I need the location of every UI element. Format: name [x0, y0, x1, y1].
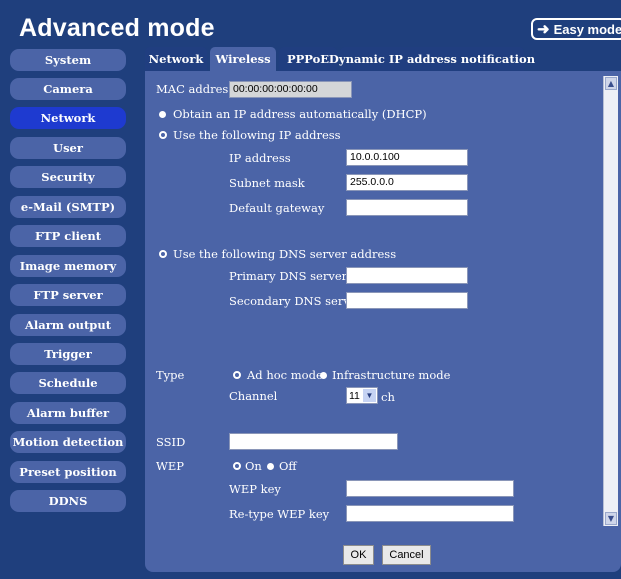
- ssid-label: SSID: [156, 435, 186, 449]
- chevron-down-icon: ▼: [363, 389, 376, 402]
- type-label: Type: [156, 368, 185, 382]
- default-gateway-label: Default gateway: [229, 201, 325, 215]
- sidebar-item-camera[interactable]: Camera: [10, 78, 126, 100]
- sidebar-item-alarm-buffer[interactable]: Alarm buffer: [10, 402, 126, 424]
- cancel-button[interactable]: Cancel: [382, 545, 431, 565]
- scrollbar[interactable]: ▲ ▼: [603, 76, 618, 526]
- tab-network[interactable]: Network: [145, 47, 207, 71]
- retype-wep-key-label: Re-type WEP key: [229, 507, 330, 521]
- channel-select[interactable]: 11 ▼: [346, 387, 378, 404]
- scroll-down-icon[interactable]: ▼: [605, 512, 617, 525]
- sidebar-item-system[interactable]: System: [10, 49, 126, 71]
- sidebar-item-user[interactable]: User: [10, 137, 126, 159]
- channel-unit: ch: [381, 390, 395, 404]
- wep-off-radio[interactable]: [267, 463, 274, 470]
- sidebar-item-motion-detection[interactable]: Motion detection: [10, 431, 126, 453]
- scroll-up-icon[interactable]: ▲: [605, 77, 617, 90]
- dns-label: Use the following DNS server address: [173, 247, 397, 261]
- mac-address-field: 00:00:00:00:00:00: [229, 81, 352, 98]
- sidebar-item-schedule[interactable]: Schedule: [10, 372, 126, 394]
- arrow-right-icon: ➜: [537, 20, 550, 38]
- page-title: Advanced mode: [19, 14, 215, 42]
- subnet-mask-input[interactable]: 255.0.0.0: [346, 174, 468, 191]
- sidebar-item-preset-position[interactable]: Preset position: [10, 461, 126, 483]
- sidebar-item-email-smtp[interactable]: e-Mail (SMTP): [10, 196, 126, 218]
- tab-wireless[interactable]: Wireless: [210, 47, 276, 71]
- mac-address-label: MAC address: [156, 82, 235, 96]
- wep-on-radio[interactable]: [233, 462, 241, 470]
- subnet-mask-label: Subnet mask: [229, 176, 305, 190]
- wep-key-label: WEP key: [229, 482, 281, 496]
- dhcp-label: Obtain an IP address automatically (DHCP…: [173, 107, 427, 121]
- secondary-dns-input[interactable]: [346, 292, 468, 309]
- sidebar-item-network[interactable]: Network: [10, 107, 126, 129]
- secondary-dns-label: Secondary DNS server: [229, 294, 363, 308]
- static-ip-radio[interactable]: [159, 131, 167, 139]
- easy-mode-label: Easy mode: [553, 21, 621, 37]
- easy-mode-button[interactable]: ➜ Easy mode: [531, 18, 621, 40]
- adhoc-radio[interactable]: [233, 371, 241, 379]
- primary-dns-label: Primary DNS server: [229, 269, 348, 283]
- channel-label: Channel: [229, 389, 278, 403]
- static-ip-label: Use the following IP address: [173, 128, 341, 142]
- dns-radio[interactable]: [159, 250, 167, 258]
- retype-wep-key-input[interactable]: [346, 505, 514, 522]
- sidebar-item-ftp-server[interactable]: FTP server: [10, 284, 126, 306]
- infrastructure-radio[interactable]: [320, 372, 327, 379]
- sidebar-item-ftp-client[interactable]: FTP client: [10, 225, 126, 247]
- adhoc-label: Ad hoc mode: [247, 368, 323, 382]
- default-gateway-input[interactable]: [346, 199, 468, 216]
- ip-address-label: IP address: [229, 151, 291, 165]
- wep-label: WEP: [156, 459, 184, 473]
- infrastructure-label: Infrastructure mode: [332, 368, 451, 382]
- ip-address-input[interactable]: 10.0.0.100: [346, 149, 468, 166]
- ssid-input[interactable]: [229, 433, 398, 450]
- wep-off-label: Off: [279, 459, 297, 473]
- sidebar-item-image-memory[interactable]: Image memory: [10, 255, 126, 277]
- sidebar-item-trigger[interactable]: Trigger: [10, 343, 126, 365]
- wep-key-input[interactable]: [346, 480, 514, 497]
- dhcp-radio[interactable]: [159, 111, 166, 118]
- channel-value: 11: [349, 389, 360, 402]
- sidebar-item-security[interactable]: Security: [10, 166, 126, 188]
- primary-dns-input[interactable]: [346, 267, 468, 284]
- sidebar-item-ddns[interactable]: DDNS: [10, 490, 126, 512]
- tab-dynamic-ip-notification[interactable]: Dynamic IP address notification: [329, 47, 535, 71]
- ok-button[interactable]: OK: [343, 545, 374, 565]
- sidebar-item-alarm-output[interactable]: Alarm output: [10, 314, 126, 336]
- wep-on-label: On: [245, 459, 262, 473]
